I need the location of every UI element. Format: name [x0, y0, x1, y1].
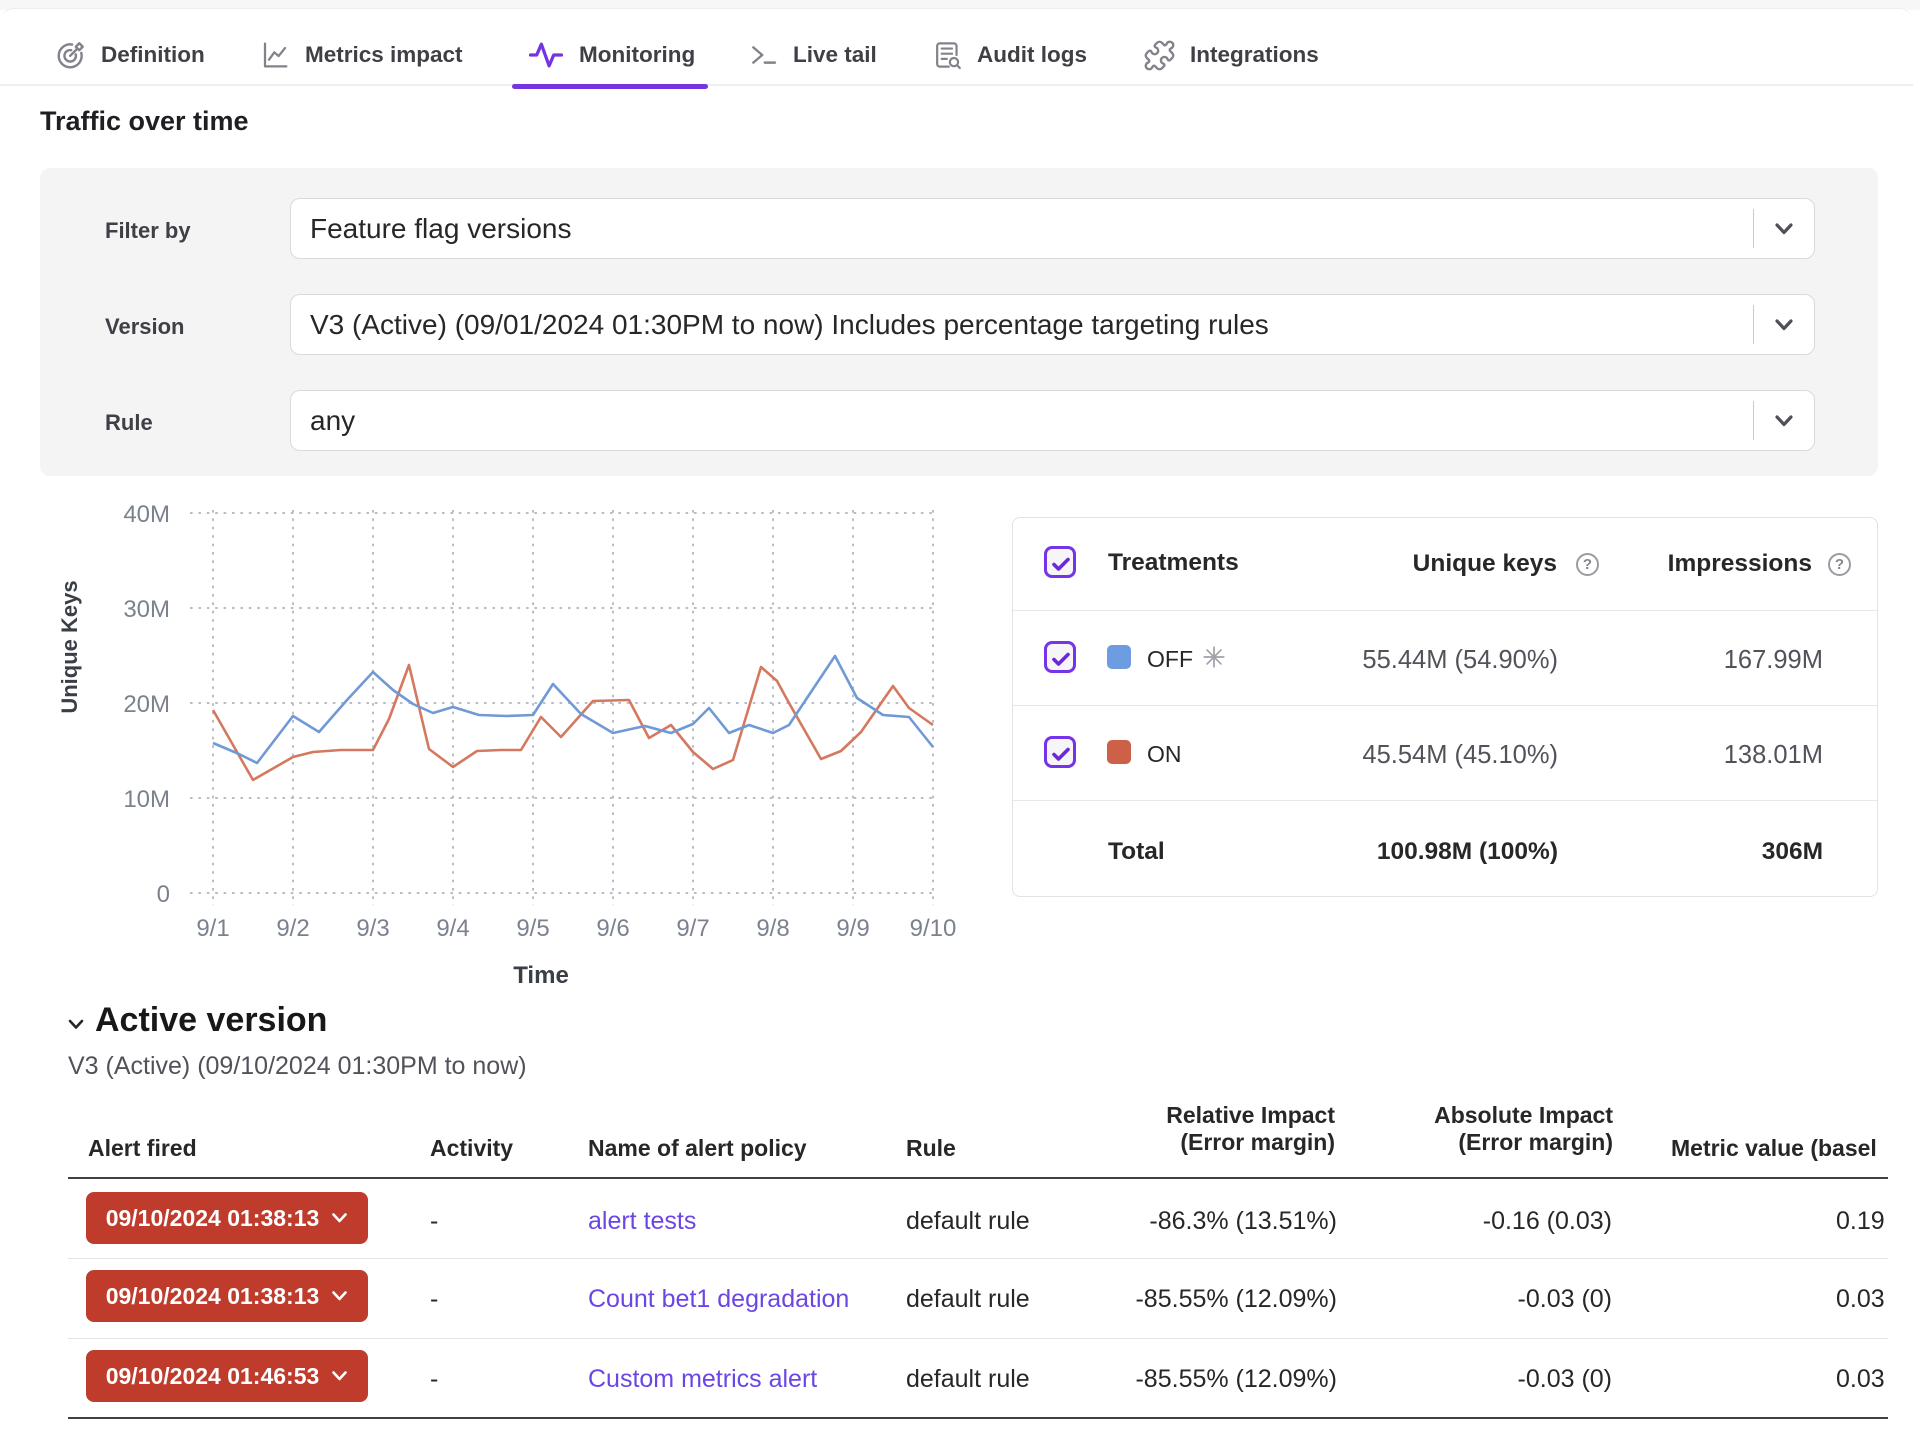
svg-text:40M: 40M: [123, 501, 170, 528]
svg-text:9/2: 9/2: [276, 915, 309, 942]
svg-text:9/9: 9/9: [836, 915, 869, 942]
svg-text:9/4: 9/4: [436, 915, 469, 942]
svg-text:9/7: 9/7: [676, 915, 709, 942]
svg-text:9/8: 9/8: [756, 915, 789, 942]
svg-text:Unique Keys: Unique Keys: [57, 580, 82, 713]
svg-text:30M: 30M: [123, 596, 170, 623]
svg-text:Time: Time: [513, 962, 569, 989]
svg-text:20M: 20M: [123, 691, 170, 718]
svg-text:10M: 10M: [123, 786, 170, 813]
svg-text:9/6: 9/6: [596, 915, 629, 942]
svg-text:9/10: 9/10: [910, 915, 957, 942]
svg-text:9/1: 9/1: [196, 915, 229, 942]
svg-text:9/5: 9/5: [516, 915, 549, 942]
svg-text:9/3: 9/3: [356, 915, 389, 942]
svg-text:0: 0: [157, 881, 170, 908]
